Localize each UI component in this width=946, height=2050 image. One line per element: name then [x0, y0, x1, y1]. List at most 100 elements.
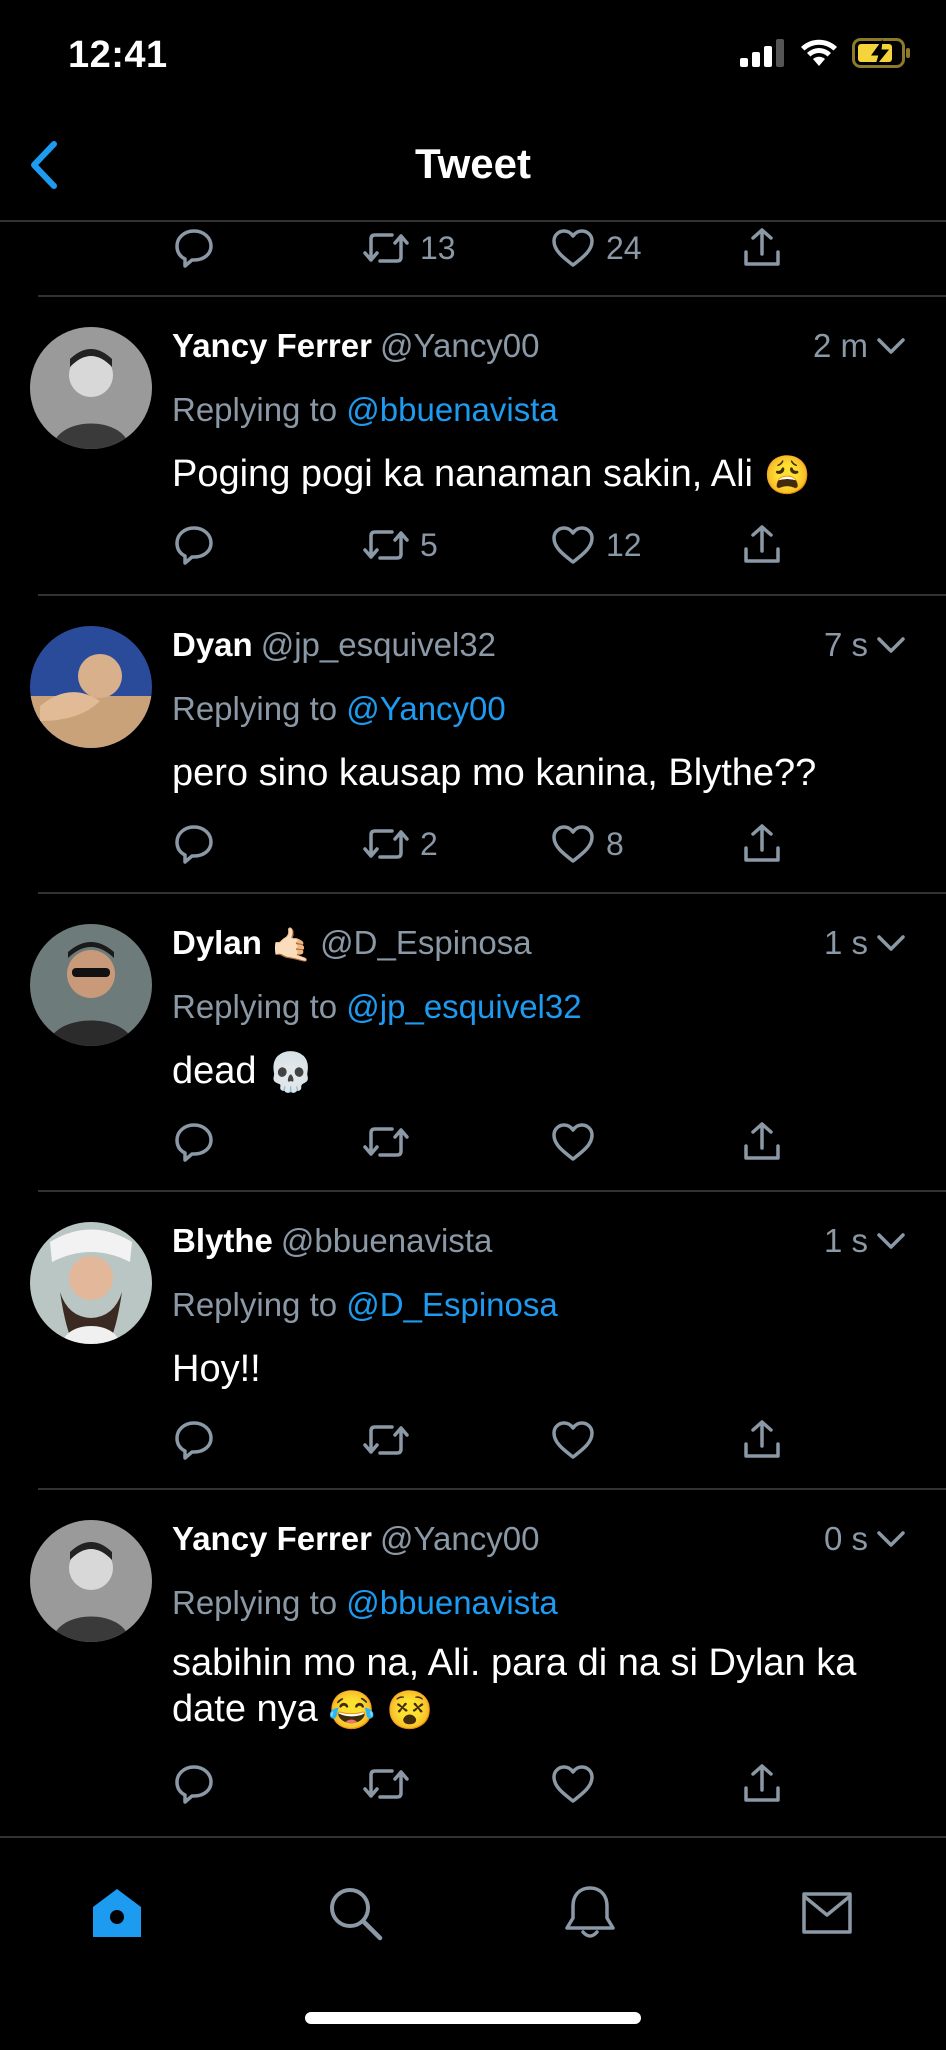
tab-home[interactable]: [82, 1878, 152, 1948]
share-icon: [744, 824, 780, 862]
chevron-down-icon[interactable]: [876, 1529, 906, 1549]
like-button[interactable]: 12: [550, 515, 642, 575]
timestamp: 2 m: [812, 327, 868, 364]
timestamp: 1 s: [823, 924, 868, 961]
share-icon: [744, 1764, 780, 1802]
share-button[interactable]: [740, 814, 784, 874]
divider: [38, 594, 946, 596]
home-indicator[interactable]: [305, 2012, 641, 2024]
tweet-actions: [172, 1112, 812, 1172]
share-button[interactable]: [740, 1112, 784, 1172]
avatar[interactable]: [30, 327, 152, 449]
chevron-down-icon[interactable]: [876, 336, 906, 356]
reply-button[interactable]: [172, 814, 216, 874]
avatar[interactable]: [30, 1520, 152, 1642]
user-handle[interactable]: @D_Espinosa: [320, 924, 531, 961]
share-icon: [744, 228, 780, 266]
replying-to-label: Replying to: [172, 1286, 338, 1323]
chevron-down-icon[interactable]: [876, 1231, 906, 1251]
tweet-item[interactable]: Yancy Ferrer @Yancy00 0 s Replying to @bb…: [0, 1488, 946, 1834]
retweet-button[interactable]: 13: [362, 218, 456, 278]
user-name[interactable]: Dyan: [172, 626, 253, 663]
replying-to-label: Replying to: [172, 690, 338, 727]
replying-to-label: Replying to: [172, 988, 338, 1025]
share-button[interactable]: [740, 218, 784, 278]
notifications-icon: [565, 1886, 615, 1938]
replying-to-label: Replying to: [172, 391, 338, 428]
like-button[interactable]: [550, 1112, 606, 1172]
chevron-down-icon[interactable]: [876, 933, 906, 953]
tweet-item[interactable]: Dyan @jp_esquivel32 7 s Replying to @Yanc…: [0, 594, 946, 894]
page-title: Tweet: [415, 140, 531, 187]
retweet-count: 5: [420, 526, 438, 563]
tweet-header: Dylan 🤙🏻 @D_Espinosa 1 s: [172, 924, 906, 972]
retweet-icon: [363, 1127, 409, 1157]
tweet-time: 2 m: [813, 327, 906, 365]
user-name[interactable]: Yancy Ferrer: [172, 1520, 372, 1557]
emoji: 🤙🏻: [271, 925, 313, 963]
mention-link[interactable]: @bbuenavista: [346, 391, 557, 428]
like-button[interactable]: 8: [550, 814, 624, 874]
share-button[interactable]: [740, 1754, 784, 1814]
share-icon: [744, 525, 780, 563]
replying-to: Replying to @jp_esquivel32: [172, 988, 582, 1026]
reply-button[interactable]: [172, 1410, 216, 1470]
replying-to: Replying to @D_Espinosa: [172, 1286, 558, 1324]
reply-button[interactable]: [172, 1112, 216, 1172]
avatar[interactable]: [30, 1222, 152, 1344]
user-handle[interactable]: @Yancy00: [380, 1520, 539, 1557]
like-button[interactable]: 24: [550, 218, 642, 278]
reply-icon: [175, 825, 213, 864]
tweet-time: 7 s: [824, 626, 906, 664]
heart-icon: [552, 229, 594, 267]
mention-link[interactable]: @Yancy00: [346, 690, 505, 727]
divider: [38, 295, 946, 297]
share-button[interactable]: [740, 1410, 784, 1470]
avatar[interactable]: [30, 626, 152, 748]
user-handle[interactable]: @Yancy00: [380, 327, 539, 364]
like-button[interactable]: [550, 1410, 606, 1470]
tweet-actions: [172, 1410, 812, 1470]
tweet-text: sabihin mo na, Ali. para di na si Dylan …: [172, 1640, 906, 1734]
retweet-button[interactable]: 5: [362, 515, 438, 575]
user-name[interactable]: Dylan: [172, 924, 262, 961]
mention-link[interactable]: @D_Espinosa: [346, 1286, 557, 1323]
tweet-item[interactable]: Blythe @bbuenavista 1 s Replying to @D_Es…: [0, 1190, 946, 1490]
tweet-text-content: sabihin mo na, Ali. para di na si Dylan …: [172, 1642, 857, 1730]
reply-icon: [175, 1421, 213, 1460]
user-name[interactable]: Yancy Ferrer: [172, 327, 372, 364]
tweet-header: Blythe @bbuenavista 1 s: [172, 1222, 906, 1270]
user-name[interactable]: Blythe: [172, 1222, 273, 1259]
mention-link[interactable]: @bbuenavista: [346, 1584, 557, 1621]
divider: [38, 1190, 946, 1192]
user-handle[interactable]: @jp_esquivel32: [261, 626, 496, 663]
tweet-time: 1 s: [824, 1222, 906, 1260]
mention-link[interactable]: @jp_esquivel32: [346, 988, 581, 1025]
share-icon: [744, 1122, 780, 1160]
status-bar: 12:41: [0, 0, 946, 110]
heart-icon: [552, 526, 594, 564]
like-button[interactable]: [550, 1754, 606, 1814]
retweet-button[interactable]: [362, 1112, 420, 1172]
retweet-count: 2: [420, 825, 438, 862]
retweet-button[interactable]: [362, 1410, 420, 1470]
retweet-button[interactable]: [362, 1754, 420, 1814]
reply-button[interactable]: [172, 218, 216, 278]
retweet-count: 13: [420, 229, 456, 266]
tab-messages[interactable]: [792, 1878, 862, 1948]
tab-bar: [0, 1836, 946, 2050]
like-count: 8: [606, 825, 624, 862]
reply-button[interactable]: [172, 1754, 216, 1814]
reply-button[interactable]: [172, 515, 216, 575]
tab-search[interactable]: [320, 1878, 390, 1948]
tab-notifications[interactable]: [555, 1878, 625, 1948]
retweet-button[interactable]: 2: [362, 814, 438, 874]
share-button[interactable]: [740, 515, 784, 575]
user-handle[interactable]: @bbuenavista: [281, 1222, 492, 1259]
chevron-down-icon[interactable]: [876, 635, 906, 655]
avatar[interactable]: [30, 924, 152, 1046]
tweet-item[interactable]: Yancy Ferrer @Yancy00 2 m Replying to @bb…: [0, 295, 946, 595]
tweet-text: Poging pogi ka nanaman sakin, Ali 😩: [172, 451, 906, 499]
tweet-item[interactable]: Dylan 🤙🏻 @D_Espinosa 1 s Replying to @jp_…: [0, 892, 946, 1192]
heart-icon: [552, 1123, 594, 1161]
